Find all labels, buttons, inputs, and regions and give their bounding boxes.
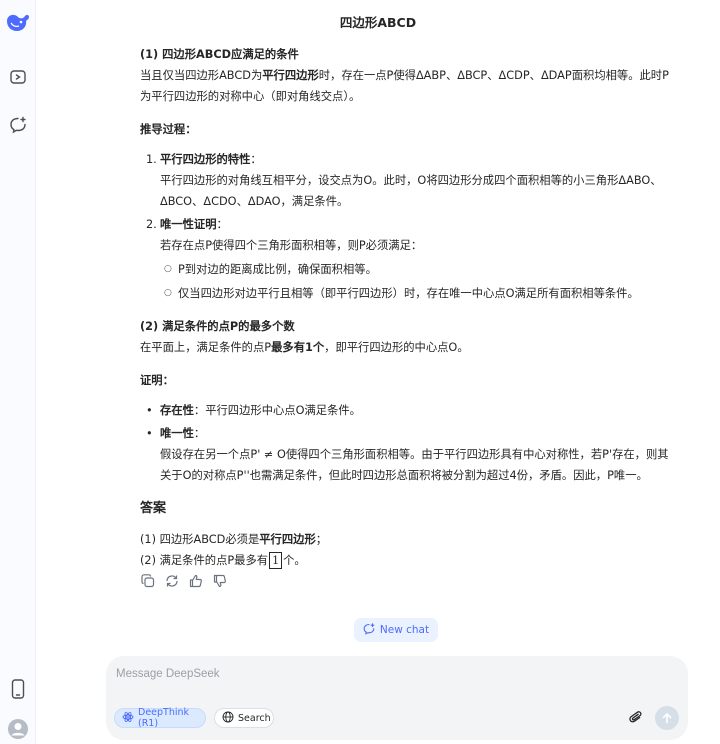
answer-line-1: (1) 四边形ABCD必须是平行四边形； [140, 533, 328, 546]
new-chat-button[interactable]: New chat [354, 618, 438, 642]
atom-icon [122, 711, 134, 726]
new-chat-icon [363, 622, 375, 638]
derivation-item-2: 2. 唯一性证明： 若存在点P使得四个三角形面积相等，则P必须满足： [146, 218, 423, 252]
thumbs-up-icon[interactable] [188, 573, 204, 589]
message-input[interactable] [116, 665, 616, 683]
message-actions [140, 573, 228, 591]
globe-icon [222, 711, 234, 726]
part1-paragraph-cont: 为平行四边形的对称中心（即对角线交点）。 [140, 90, 361, 103]
assistant-message: (1) 四边形ABCD应满足的条件 当且仅当四边形ABCD为平行四边形时，存在一… [140, 44, 688, 571]
regenerate-icon[interactable] [164, 573, 180, 589]
attach-file-icon[interactable] [626, 708, 646, 728]
answer-heading: 答案 [140, 501, 167, 516]
search-toggle[interactable]: Search [214, 708, 274, 728]
derivation-subitem: ○ P到对边的距离成比例，确保面积相等。 [164, 263, 377, 276]
thumbs-down-icon[interactable] [212, 573, 228, 589]
proof-item-existence: • 存在性：平行四边形中心点O满足条件。 [146, 404, 361, 417]
arrow-up-icon [661, 709, 673, 728]
proof-item-uniqueness: • 唯一性： 假设存在另一个点P' ≠ O使得四个三角形面积相等。由于平行四边形… [146, 427, 669, 482]
answer-line-2: (2) 满足条件的点P最多有 1 个。 [140, 552, 306, 569]
search-label: Search [238, 712, 271, 724]
part1-heading: (1) 四边形ABCD应满足的条件 [140, 48, 299, 61]
new-chat-sidebar-icon[interactable] [7, 114, 29, 136]
mobile-app-icon[interactable] [7, 678, 29, 700]
proof-heading: 证明： [140, 374, 174, 387]
user-avatar-icon[interactable] [7, 718, 29, 740]
message-composer: DeepThink (R1) Search [106, 656, 688, 740]
sidebar [0, 0, 36, 744]
deepthink-toggle[interactable]: DeepThink (R1) [114, 707, 206, 729]
derivation-subitem: ○ 仅当四边形对边平行且相等（即平行四边形）时，存在唯一中心点O满足所有面积相等… [164, 287, 639, 300]
conversation-title: 四边形ABCD [339, 15, 417, 30]
part2-paragraph: 在平面上，满足条件的点P最多有1个，即平行四边形的中心点O。 [140, 341, 469, 354]
deepthink-label: DeepThink (R1) [138, 707, 190, 729]
derivation-heading: 推导过程： [140, 123, 197, 136]
copy-icon[interactable] [140, 573, 156, 589]
part1-paragraph: 当且仅当四边形ABCD为平行四边形时，存在一点P使得ΔABP、ΔBCP、ΔCDP… [140, 69, 669, 82]
new-chat-label: New chat [379, 624, 430, 636]
part2-heading: (2) 满足条件的点P的最多个数 [140, 320, 295, 333]
send-button[interactable] [655, 706, 679, 730]
derivation-item-1: 1. 平行四边形的特性： 平行四边形的对角线互相平分，设交点为O。此时，O将四边… [146, 153, 662, 208]
deepseek-whale-logo-icon[interactable] [5, 10, 31, 34]
toggle-sidebar-icon[interactable] [7, 66, 29, 88]
boxed-answer: 1 [269, 552, 283, 569]
